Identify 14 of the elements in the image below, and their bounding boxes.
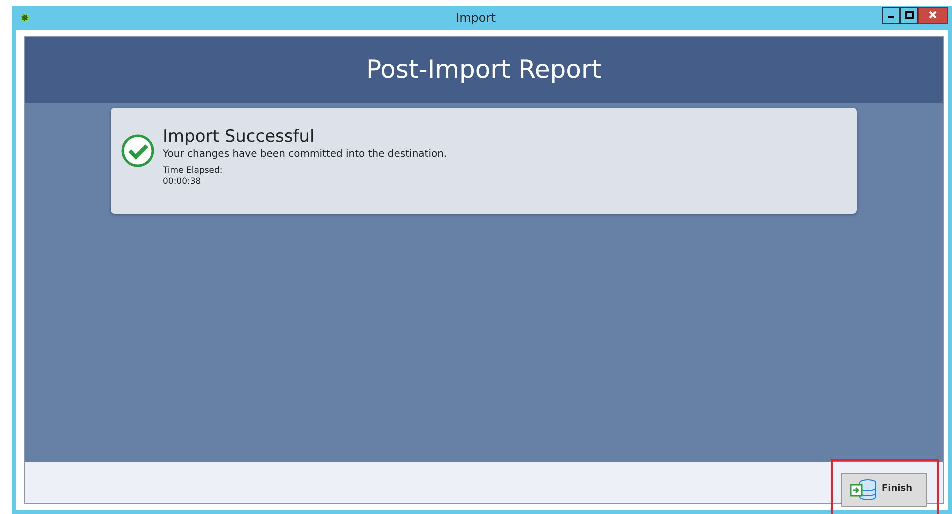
finish-button[interactable]: Finish (841, 472, 927, 506)
close-icon (929, 11, 937, 19)
database-import-icon (850, 478, 878, 500)
maximize-button[interactable] (900, 6, 918, 24)
maximize-icon (904, 11, 914, 19)
minimize-button[interactable] (882, 6, 900, 24)
elapsed-value: 00:00:38 (163, 176, 202, 188)
elapsed-label: Time Elapsed: (163, 166, 224, 177)
app-icon (20, 13, 30, 23)
report-title: Post-Import Report (366, 54, 602, 86)
window-title: Import (456, 10, 496, 27)
result-message: Your changes have been committed into the destination. (163, 148, 448, 162)
close-button[interactable] (918, 6, 948, 24)
result-title: Import Successful (163, 128, 316, 147)
